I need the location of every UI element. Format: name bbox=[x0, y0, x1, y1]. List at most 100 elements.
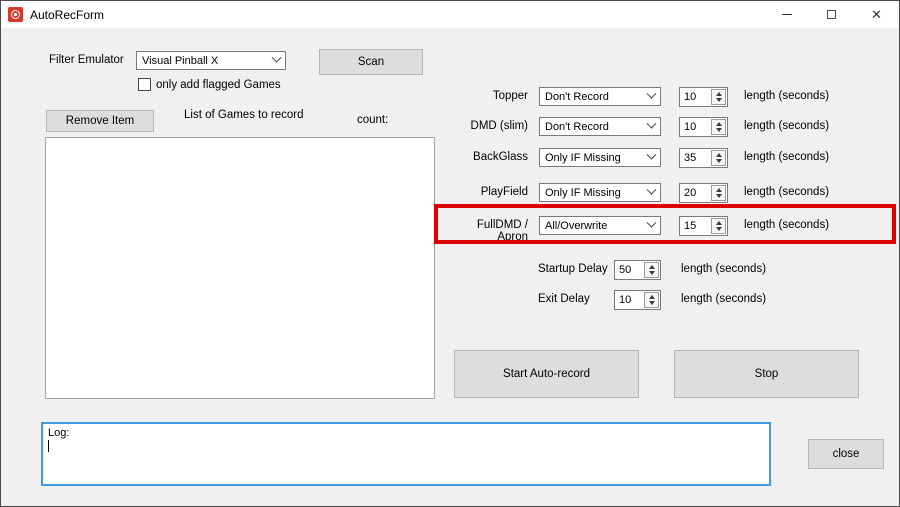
length-spinner[interactable]: 10 bbox=[679, 87, 728, 107]
close-window-button[interactable]: ✕ bbox=[854, 1, 899, 28]
record-mode-value: Don't Record bbox=[545, 91, 609, 103]
chevron-down-icon bbox=[647, 119, 657, 129]
spinner-down-icon bbox=[716, 128, 722, 132]
maximize-icon bbox=[827, 10, 836, 19]
maximize-button[interactable] bbox=[809, 1, 854, 28]
emulator-select[interactable]: Visual Pinball X bbox=[136, 51, 286, 70]
log-textarea[interactable]: Log: bbox=[41, 422, 771, 486]
exit-delay-row: Exit Delay 10 length (seconds) bbox=[451, 290, 891, 310]
record-row-label: FullDMD / Apron bbox=[451, 219, 528, 243]
chevron-down-icon bbox=[647, 89, 657, 99]
length-seconds-label: length (seconds) bbox=[681, 293, 766, 305]
spinner-arrows[interactable] bbox=[711, 119, 726, 135]
spinner-up-icon bbox=[716, 122, 722, 126]
autorecform-window: AutoRecForm ✕ Filter Emulator Visual Pin… bbox=[0, 0, 900, 507]
startup-delay-value: 50 bbox=[615, 261, 643, 279]
spinner-down-icon bbox=[716, 98, 722, 102]
length-seconds-label: length (seconds) bbox=[744, 120, 829, 132]
filter-emulator-label: Filter Emulator bbox=[49, 54, 124, 66]
exit-delay-spinner[interactable]: 10 bbox=[614, 290, 661, 310]
remove-item-button[interactable]: Remove Item bbox=[46, 110, 154, 132]
record-row-dmd-slim: DMD (slim) Don't Record 10 length (secon… bbox=[451, 117, 891, 137]
minimize-icon bbox=[782, 14, 792, 15]
record-ring-icon bbox=[11, 10, 20, 19]
record-app-icon bbox=[8, 7, 23, 22]
chevron-down-icon bbox=[647, 150, 657, 160]
record-row-playfield: PlayField Only IF Missing 20 length (sec… bbox=[451, 183, 891, 203]
length-value: 20 bbox=[680, 184, 710, 202]
chevron-down-icon bbox=[647, 185, 657, 195]
spinner-arrows[interactable] bbox=[711, 218, 726, 234]
length-value: 10 bbox=[680, 118, 710, 136]
length-value: 35 bbox=[680, 149, 710, 167]
length-value: 10 bbox=[680, 88, 710, 106]
length-spinner[interactable]: 15 bbox=[679, 216, 728, 236]
flagged-games-checkbox[interactable] bbox=[138, 78, 151, 91]
exit-delay-label: Exit Delay bbox=[538, 293, 590, 305]
games-listbox[interactable] bbox=[45, 137, 435, 399]
window-title: AutoRecForm bbox=[30, 8, 104, 22]
record-mode-select[interactable]: Only IF Missing bbox=[539, 183, 661, 202]
spinner-down-icon bbox=[716, 194, 722, 198]
spinner-down-icon bbox=[649, 271, 655, 275]
title-bar: AutoRecForm ✕ bbox=[1, 1, 899, 28]
startup-delay-label: Startup Delay bbox=[538, 263, 608, 275]
record-row-label: BackGlass bbox=[451, 151, 528, 163]
length-value: 15 bbox=[680, 217, 710, 235]
close-button[interactable]: close bbox=[808, 439, 884, 469]
record-mode-select[interactable]: All/Overwrite bbox=[539, 216, 661, 235]
log-text: Log: bbox=[48, 427, 764, 439]
length-seconds-label: length (seconds) bbox=[744, 219, 829, 231]
record-mode-select[interactable]: Don't Record bbox=[539, 87, 661, 106]
spinner-arrows[interactable] bbox=[644, 262, 659, 278]
scan-button[interactable]: Scan bbox=[319, 49, 423, 75]
close-icon: ✕ bbox=[871, 8, 882, 21]
spinner-up-icon bbox=[716, 153, 722, 157]
length-spinner[interactable]: 10 bbox=[679, 117, 728, 137]
count-label: count: bbox=[357, 114, 388, 126]
spinner-arrows[interactable] bbox=[711, 150, 726, 166]
spinner-arrows[interactable] bbox=[644, 292, 659, 308]
games-list-title: List of Games to record bbox=[184, 109, 304, 121]
startup-delay-row: Startup Delay 50 length (seconds) bbox=[451, 260, 891, 280]
text-caret bbox=[48, 440, 49, 452]
length-spinner[interactable]: 20 bbox=[679, 183, 728, 203]
flagged-games-checkbox-label: only add flagged Games bbox=[156, 79, 281, 91]
window-controls: ✕ bbox=[764, 1, 899, 28]
stop-button[interactable]: Stop bbox=[674, 350, 859, 398]
length-seconds-label: length (seconds) bbox=[744, 186, 829, 198]
minimize-button[interactable] bbox=[764, 1, 809, 28]
spinner-up-icon bbox=[649, 265, 655, 269]
record-row-backglass: BackGlass Only IF Missing 35 length (sec… bbox=[451, 148, 891, 168]
start-autorecord-button[interactable]: Start Auto-record bbox=[454, 350, 639, 398]
record-row-topper: Topper Don't Record 10 length (seconds) bbox=[451, 87, 891, 107]
record-mode-value: All/Overwrite bbox=[545, 220, 607, 232]
length-spinner[interactable]: 35 bbox=[679, 148, 728, 168]
record-mode-value: Don't Record bbox=[545, 121, 609, 133]
spinner-down-icon bbox=[649, 301, 655, 305]
record-mode-select[interactable]: Only IF Missing bbox=[539, 148, 661, 167]
length-seconds-label: length (seconds) bbox=[744, 90, 829, 102]
record-row-label: Topper bbox=[451, 90, 528, 102]
spinner-up-icon bbox=[716, 221, 722, 225]
record-row-label: PlayField bbox=[451, 186, 528, 198]
spinner-up-icon bbox=[649, 295, 655, 299]
record-dot-icon bbox=[14, 13, 17, 16]
spinner-up-icon bbox=[716, 92, 722, 96]
record-mode-value: Only IF Missing bbox=[545, 187, 621, 199]
record-row-label: DMD (slim) bbox=[451, 120, 528, 132]
spinner-arrows[interactable] bbox=[711, 185, 726, 201]
spinner-arrows[interactable] bbox=[711, 89, 726, 105]
record-row-fulldmd-apron: FullDMD / Apron All/Overwrite 15 length … bbox=[451, 216, 891, 236]
startup-delay-spinner[interactable]: 50 bbox=[614, 260, 661, 280]
spinner-down-icon bbox=[716, 227, 722, 231]
chevron-down-icon bbox=[272, 53, 282, 63]
spinner-up-icon bbox=[716, 188, 722, 192]
flagged-games-checkbox-row[interactable]: only add flagged Games bbox=[138, 78, 281, 91]
record-mode-select[interactable]: Don't Record bbox=[539, 117, 661, 136]
length-seconds-label: length (seconds) bbox=[744, 151, 829, 163]
record-mode-value: Only IF Missing bbox=[545, 152, 621, 164]
spinner-down-icon bbox=[716, 159, 722, 163]
length-seconds-label: length (seconds) bbox=[681, 263, 766, 275]
chevron-down-icon bbox=[647, 218, 657, 228]
